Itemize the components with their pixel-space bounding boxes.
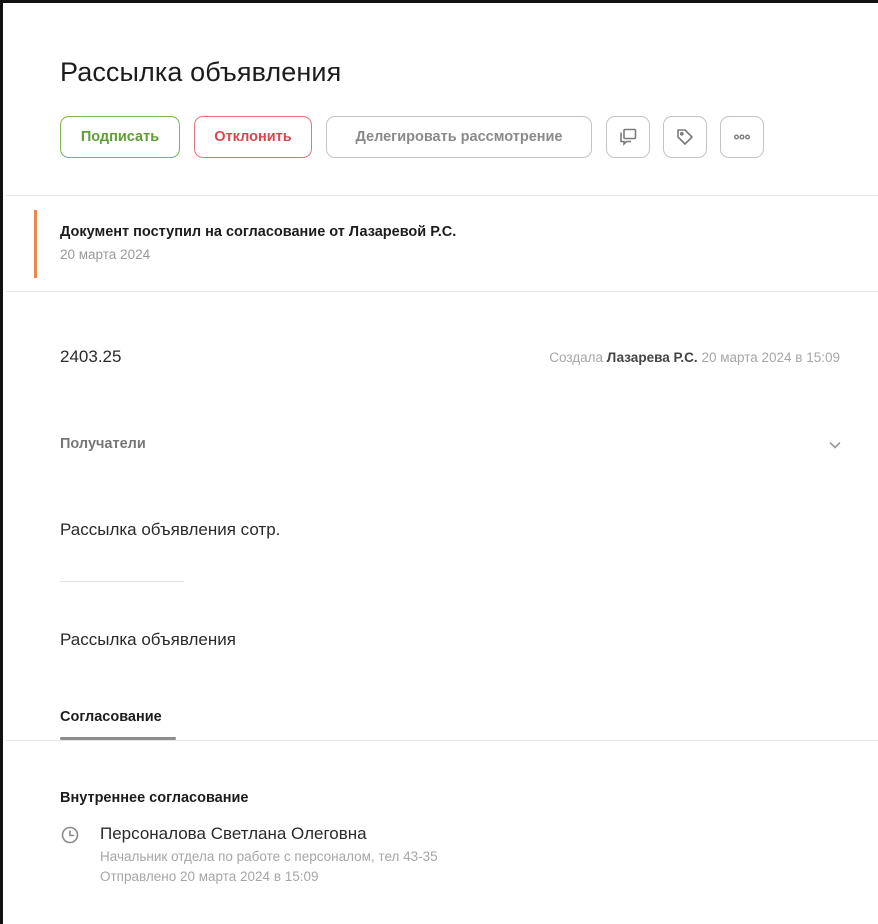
clock-icon bbox=[60, 825, 80, 845]
document-subject: Рассылка объявления сотр. bbox=[60, 520, 281, 539]
notice-title: Документ поступил на согласование от Лаз… bbox=[60, 224, 457, 240]
page-title: Рассылка объявления bbox=[60, 57, 342, 87]
divider bbox=[6, 195, 878, 196]
divider bbox=[6, 740, 878, 741]
created-prefix: Создала bbox=[549, 350, 604, 365]
approver-sent-date: Отправлено 20 марта 2024 в 15:09 bbox=[100, 869, 319, 884]
approver-role: Начальник отдела по работе с персоналом,… bbox=[100, 849, 438, 864]
reject-button[interactable]: Отклонить bbox=[194, 116, 312, 158]
tab-approval[interactable]: Согласование bbox=[60, 709, 162, 725]
recipients-label: Получатели bbox=[60, 436, 146, 452]
tag-icon bbox=[675, 127, 695, 147]
chevron-down-icon[interactable] bbox=[827, 437, 843, 453]
tag-button[interactable] bbox=[663, 116, 707, 158]
comment-icon bbox=[618, 127, 638, 147]
comment-button[interactable] bbox=[606, 116, 650, 158]
internal-approval-title: Внутреннее согласование bbox=[60, 790, 249, 806]
created-info: Создала Лазарева Р.С. 20 марта 2024 в 15… bbox=[549, 350, 840, 365]
notice-date: 20 марта 2024 bbox=[60, 247, 151, 262]
sign-button[interactable]: Подписать bbox=[60, 116, 180, 158]
created-at: 20 марта 2024 в 15:09 bbox=[701, 350, 840, 365]
more-icon bbox=[732, 127, 752, 147]
document-number: 2403.25 bbox=[60, 347, 122, 366]
notice-accent-bar bbox=[34, 210, 37, 278]
separator bbox=[60, 581, 184, 582]
created-by: Лазарева Р.С. bbox=[606, 350, 698, 365]
document-description: Рассылка объявления bbox=[60, 630, 236, 649]
more-button[interactable] bbox=[720, 116, 764, 158]
delegate-review-button[interactable]: Делегировать рассмотрение bbox=[326, 116, 592, 158]
approver-name: Персоналова Светлана Олеговна bbox=[100, 824, 367, 843]
divider bbox=[6, 291, 878, 292]
document-card: Рассылка объявления Подписать Отклонить … bbox=[0, 0, 878, 924]
